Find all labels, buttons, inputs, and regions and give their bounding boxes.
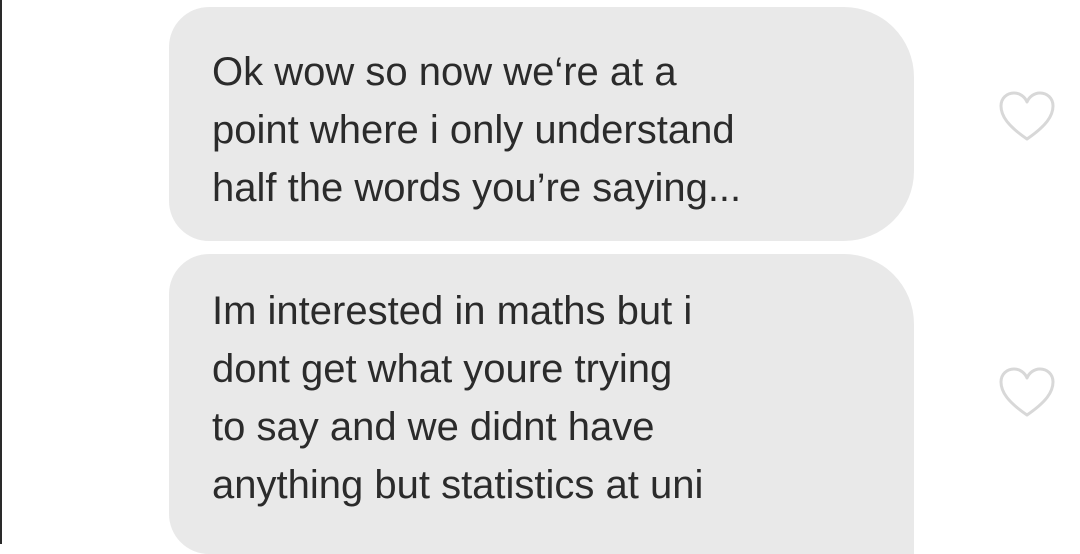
message-line: anything but statistics at uni [212,463,704,507]
message-line: half the words you’re saying... [212,166,742,210]
message-line: point where i only understand [212,108,735,152]
screen-edge [0,0,2,544]
message-line: dont get what youre trying [212,347,673,391]
heart-icon[interactable] [998,90,1056,142]
message-line: to say and we didnt have [212,405,655,449]
heart-icon[interactable] [998,366,1056,418]
message-line: Im interested in maths but i [212,289,693,333]
message-bubble[interactable]: Im interested in maths but i dont get wh… [169,254,914,554]
message-bubble[interactable]: Ok wow so now we‘re at a point where i o… [169,7,914,241]
message-line: Ok wow so now we‘re at a [212,50,677,94]
